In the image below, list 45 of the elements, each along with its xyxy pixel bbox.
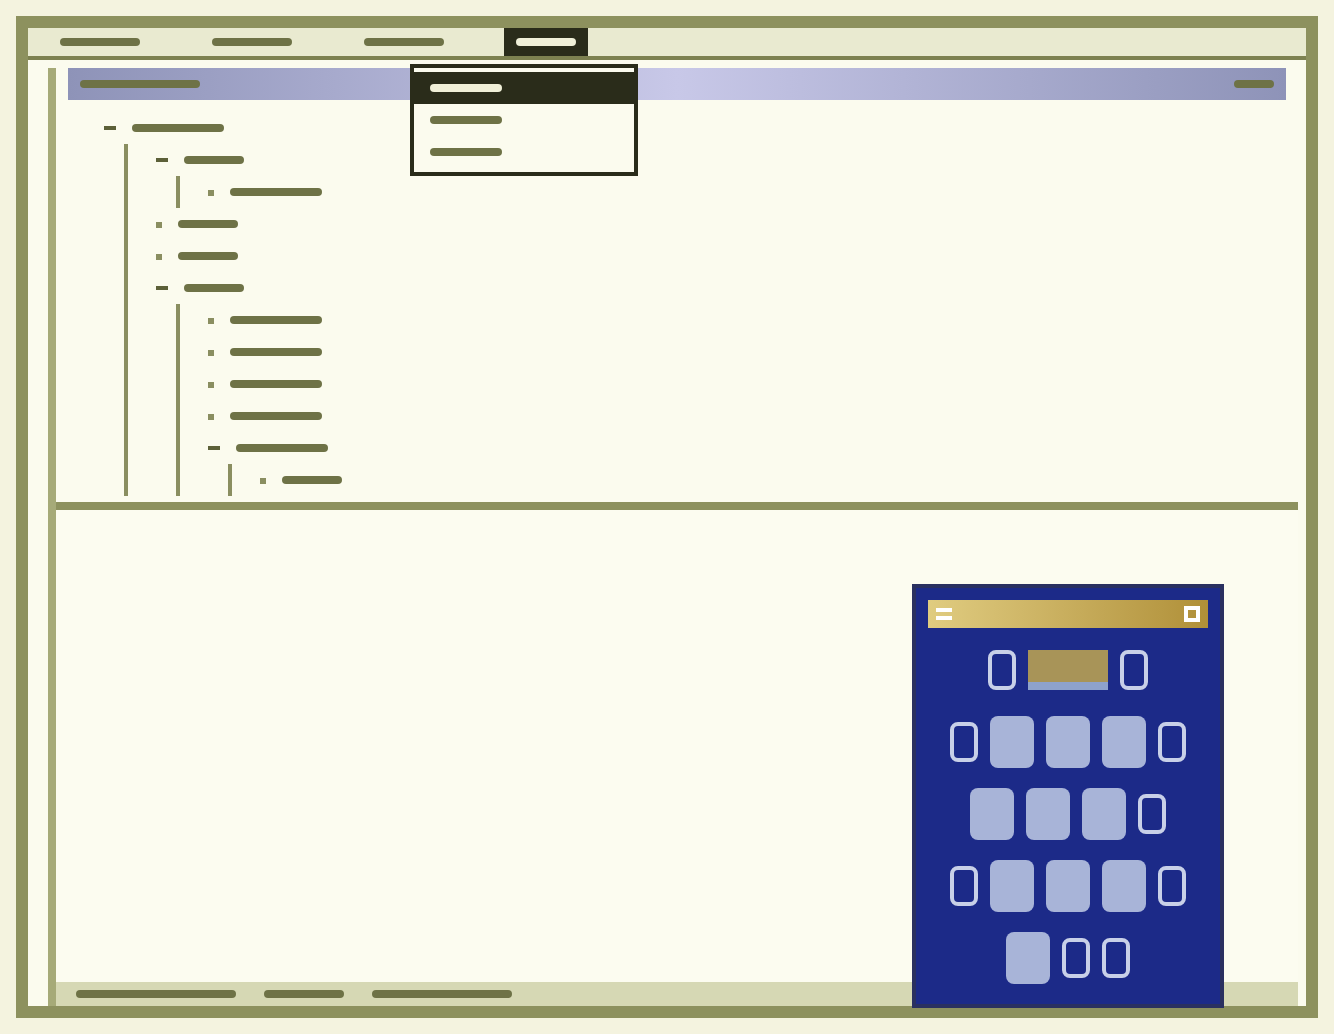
- illegible-text: [372, 990, 512, 998]
- keypad-key[interactable]: [1026, 788, 1070, 840]
- illegible-text: [178, 252, 238, 260]
- menu-item[interactable]: [504, 28, 588, 56]
- illegible-text: [230, 348, 322, 356]
- illegible-text: [230, 188, 322, 196]
- close-icon[interactable]: [1184, 606, 1200, 622]
- key-glyph-icon[interactable]: [1158, 722, 1186, 762]
- key-glyph-icon[interactable]: [988, 650, 1016, 690]
- illegible-text: [184, 284, 244, 292]
- illegible-text: [230, 316, 322, 324]
- illegible-text: [516, 38, 576, 46]
- key-glyph-icon[interactable]: [1120, 650, 1148, 690]
- key-glyph-icon[interactable]: [1062, 938, 1090, 978]
- illegible-text: [80, 80, 200, 88]
- illegible-text: [1234, 80, 1274, 88]
- key-glyph-icon[interactable]: [1158, 866, 1186, 906]
- key-glyph-icon[interactable]: [1102, 938, 1130, 978]
- illegible-text: [364, 38, 444, 46]
- illegible-text: [132, 124, 224, 132]
- illegible-text: [60, 38, 140, 46]
- illegible-text: [282, 476, 342, 484]
- illegible-text: [230, 412, 322, 420]
- keypad-key[interactable]: [1102, 716, 1146, 768]
- illegible-text: [264, 990, 344, 998]
- illegible-text: [212, 38, 292, 46]
- key-glyph-icon[interactable]: [950, 722, 978, 762]
- key-glyph-icon[interactable]: [1138, 794, 1166, 834]
- keypad-key[interactable]: [990, 716, 1034, 768]
- keypad-key[interactable]: [1046, 860, 1090, 912]
- keypad-key[interactable]: [1046, 716, 1090, 768]
- illegible-text: [236, 444, 328, 452]
- keypad-key[interactable]: [970, 788, 1014, 840]
- illegible-text: [430, 116, 502, 124]
- keypad-key[interactable]: [1102, 860, 1146, 912]
- illegible-text: [430, 84, 502, 92]
- illegible-text: [178, 220, 238, 228]
- illegible-text: [430, 148, 502, 156]
- illegible-text: [230, 380, 322, 388]
- illegible-text: [184, 156, 244, 164]
- dropdown-item[interactable]: [414, 72, 634, 104]
- key-glyph-icon[interactable]: [950, 866, 978, 906]
- keypad-key[interactable]: [1082, 788, 1126, 840]
- keypad-key[interactable]: [1006, 932, 1050, 984]
- keypad-key[interactable]: [990, 860, 1034, 912]
